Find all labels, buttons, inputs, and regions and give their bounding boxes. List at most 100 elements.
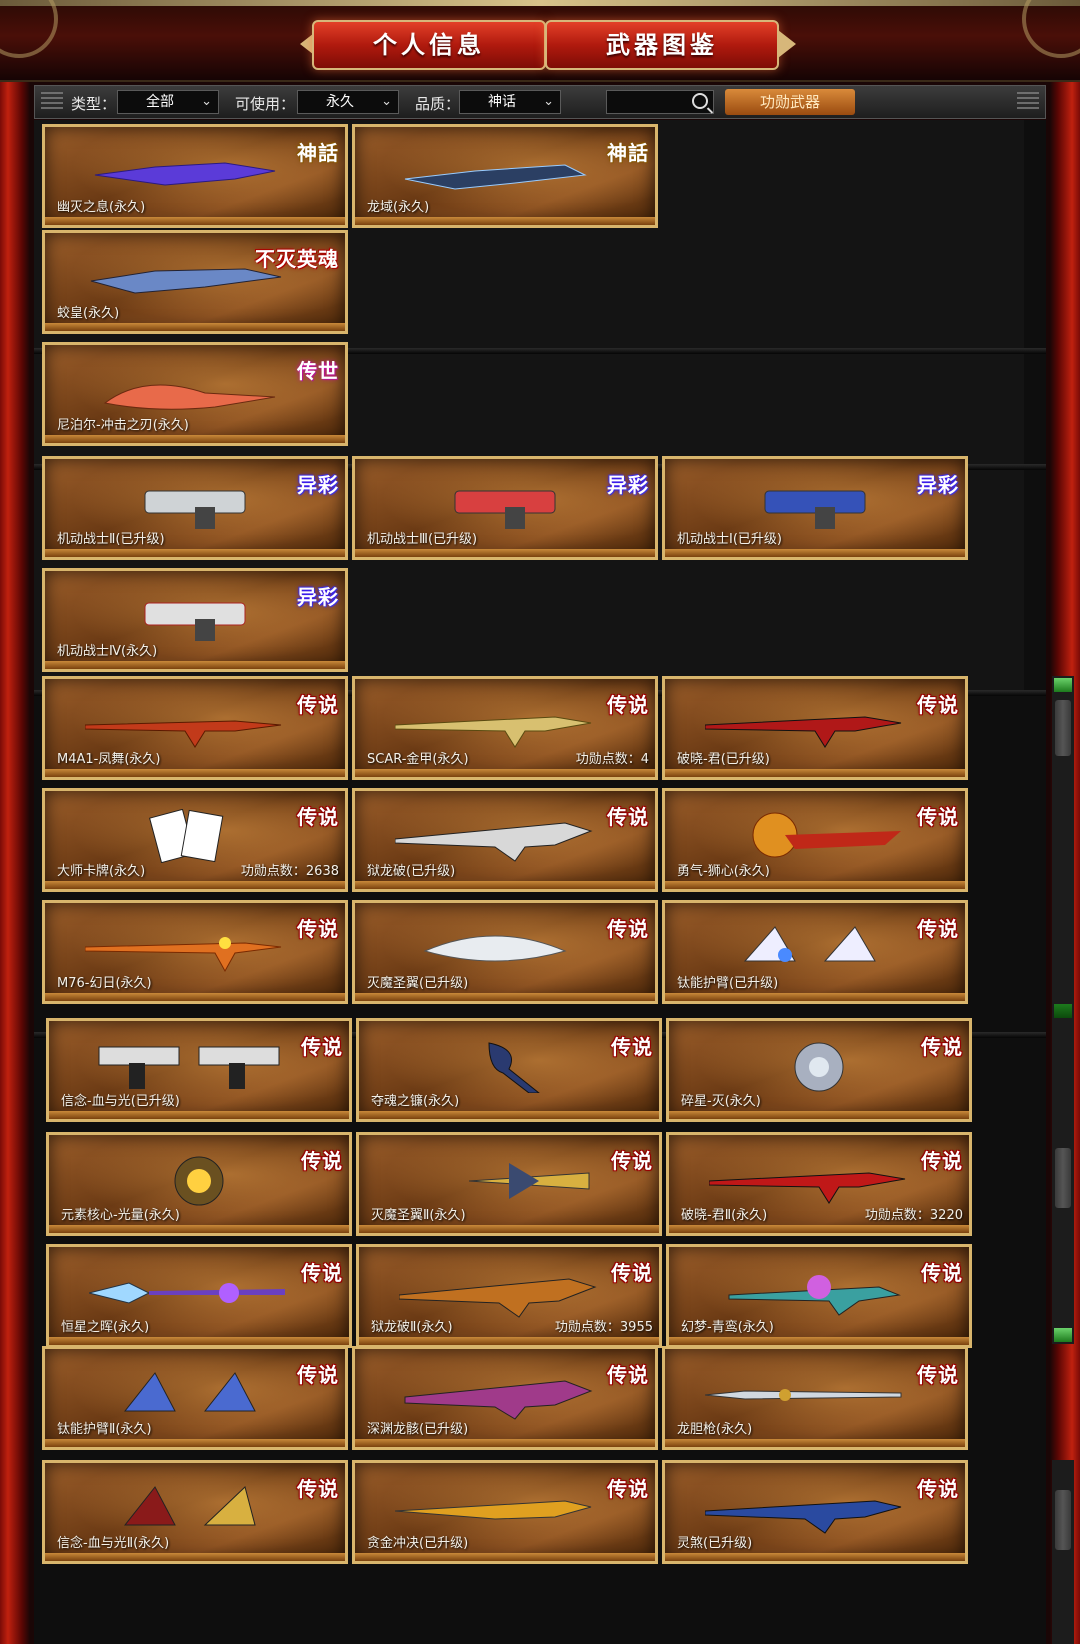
weapon-card[interactable]: 传说 信念-血与光Ⅱ(永久): [42, 1460, 348, 1564]
weapon-card[interactable]: 传说 恒星之晖(永久): [46, 1244, 352, 1348]
weapon-card[interactable]: 异彩 机动战士Ⅱ(已升级): [42, 456, 348, 560]
arrow-right-icon: [778, 30, 796, 58]
weapon-card[interactable]: 传说 幻梦-青鸾(永久): [666, 1244, 972, 1348]
weapon-card[interactable]: 传说 狱龙破(已升级): [352, 788, 658, 892]
legend-badge: 传说: [917, 805, 959, 829]
legend-badge: 传说: [921, 1261, 963, 1285]
search-input[interactable]: [606, 90, 714, 114]
merit-points: 功勋点数：4: [575, 752, 649, 767]
type-select-value: 全部: [146, 94, 174, 110]
exotic-badge: 异彩: [297, 473, 339, 497]
weapon-card[interactable]: 异彩 机动战士Ⅳ(永久): [42, 568, 348, 672]
menu-grip-icon[interactable]: [41, 92, 63, 112]
tab-personal-info[interactable]: 个人信息: [312, 20, 546, 70]
weapon-name: 碎星-灭(永久): [681, 1094, 761, 1109]
weapon-name: 灭魔圣翼(已升级): [367, 976, 469, 991]
legend-badge: 传说: [301, 1261, 343, 1285]
weapon-image: [174, 1156, 224, 1206]
weapon-name: 龙胆枪(永久): [677, 1422, 753, 1437]
weapon-image: [454, 490, 556, 529]
ornament-icon: [0, 0, 58, 58]
weapon-name: 灵煞(已升级): [677, 1536, 753, 1551]
scroll-down-icon[interactable]: [1054, 1328, 1072, 1342]
weapon-card[interactable]: 传说 灭魔圣翼Ⅱ(永久): [356, 1132, 662, 1236]
scroll-up-icon[interactable]: [1054, 678, 1072, 692]
weapon-card[interactable]: 传说 灭魔圣翼(已升级): [352, 900, 658, 1004]
legend-badge: 传说: [921, 1149, 963, 1173]
myth-badge: 神話: [297, 141, 339, 165]
weapon-card[interactable]: 异彩 机动战士Ⅲ(已升级): [352, 456, 658, 560]
weapon-image: [395, 716, 592, 748]
weapon-card[interactable]: 传说 勇气-狮心(永久): [662, 788, 968, 892]
weapon-name: M4A1-凤舞(永久): [57, 752, 161, 767]
tab-weapon-catalog[interactable]: 武器图鉴: [545, 20, 779, 70]
immortal-badge: 不灭英魂: [255, 247, 339, 271]
weapon-name: 钛能护臂(已升级): [677, 976, 779, 991]
weapon-card[interactable]: 传说 夺魂之镰(永久): [356, 1018, 662, 1122]
weapon-image: [123, 1486, 256, 1526]
weapon-image: [728, 1275, 901, 1316]
weapon-card[interactable]: 传说 贪金冲决(已升级): [352, 1460, 658, 1564]
type-select[interactable]: 全部 ⌄: [117, 90, 219, 114]
weapon-card[interactable]: 传说 信念-血与光(已升级): [46, 1018, 352, 1122]
weapon-card[interactable]: 神話 幽灭之息(永久): [42, 124, 348, 228]
weapon-card[interactable]: 传说 碎星-灭(永久): [666, 1018, 972, 1122]
weapon-card[interactable]: 传说 深渊龙骸(已升级): [352, 1346, 658, 1450]
usable-select[interactable]: 永久 ⌄: [297, 90, 399, 114]
weapon-card[interactable]: 不灭英魂 蛟皇(永久): [42, 230, 348, 334]
weapon-card[interactable]: 传说 M4A1-凤舞(永久): [42, 676, 348, 780]
weapon-image: [468, 1163, 590, 1199]
merit-weapons-button[interactable]: 功勋武器: [725, 89, 855, 115]
weapon-card[interactable]: 传说 钛能护臂(已升级): [662, 900, 968, 1004]
weapon-card[interactable]: 传说 钛能护臂Ⅱ(永久): [42, 1346, 348, 1450]
weapon-card[interactable]: 传世 尼泊尔-冲击之刃(永久): [42, 342, 348, 446]
weapon-image: [423, 935, 567, 962]
weapon-card[interactable]: 神話 龙域(永久): [352, 124, 658, 228]
weapon-name: 幻梦-青鸾(永久): [681, 1320, 774, 1335]
legend-badge: 传说: [607, 1477, 649, 1501]
weapon-image: [395, 1500, 592, 1520]
weapon-image: [85, 720, 282, 748]
weapon-card[interactable]: 传说 M76-幻日(永久): [42, 900, 348, 1004]
weapon-image: [404, 164, 587, 190]
weapon-image: [752, 812, 901, 858]
weapon-image: [709, 1172, 906, 1204]
legend-badge: 传说: [917, 917, 959, 941]
quality-select-value: 神话: [488, 94, 516, 110]
weapon-list-panel: 神話 幽灭之息(永久) 神話 龙域(永久) 不灭英魂 蛟皇(永久) 传世 尼泊尔…: [34, 120, 1074, 1644]
weapon-name: 信念-血与光Ⅱ(永久): [57, 1536, 170, 1551]
weapon-card[interactable]: 传说 灵煞(已升级): [662, 1460, 968, 1564]
scroll-thumb[interactable]: [1055, 700, 1071, 756]
scroll-thumb[interactable]: [1055, 1490, 1071, 1550]
legend-badge: 传说: [611, 1149, 653, 1173]
weapon-name: 龙域(永久): [367, 200, 430, 215]
quality-select[interactable]: 神话 ⌄: [459, 90, 561, 114]
scroll-down-icon[interactable]: [1054, 1004, 1072, 1018]
weapon-card[interactable]: 传说 破晓-君Ⅱ(永久) 功勋点数：3220: [666, 1132, 972, 1236]
search-icon[interactable]: [692, 93, 708, 109]
weapon-card[interactable]: 传说 SCAR-金甲(永久) 功勋点数：4: [352, 676, 658, 780]
scroll-thumb[interactable]: [1055, 1148, 1071, 1208]
legend-badge: 传说: [297, 1363, 339, 1387]
weapon-card[interactable]: 传说 破晓-君(已升级): [662, 676, 968, 780]
weapon-card[interactable]: 传说 元素核心-光量(永久): [46, 1132, 352, 1236]
scrollbar[interactable]: [1052, 1460, 1074, 1644]
weapon-name: 蛟皇(永久): [57, 306, 120, 321]
legend-badge: 传说: [611, 1261, 653, 1285]
menu-grip-icon[interactable]: [1017, 92, 1039, 112]
weapon-card[interactable]: 传说 大师卡牌(永久) 功勋点数：2638: [42, 788, 348, 892]
weapon-card[interactable]: 异彩 机动战士Ⅰ(已升级): [662, 456, 968, 560]
weapon-card[interactable]: 传说 龙胆枪(永久): [662, 1346, 968, 1450]
type-label: 类型：: [71, 95, 117, 113]
weapon-image: [395, 822, 593, 862]
weapon-name: 机动战士Ⅳ(永久): [57, 644, 158, 659]
legend-badge: 传说: [297, 917, 339, 941]
scrollbar[interactable]: [1052, 1018, 1074, 1344]
weapon-card[interactable]: 传说 狱龙破Ⅱ(永久) 功勋点数：3955: [356, 1244, 662, 1348]
legend-badge: 传说: [921, 1035, 963, 1059]
weapon-image: [144, 602, 246, 641]
weapon-image: [743, 926, 876, 962]
legend-badge: 传说: [301, 1149, 343, 1173]
scrollbar[interactable]: [1052, 676, 1074, 1020]
exotic-badge: 异彩: [297, 585, 339, 609]
